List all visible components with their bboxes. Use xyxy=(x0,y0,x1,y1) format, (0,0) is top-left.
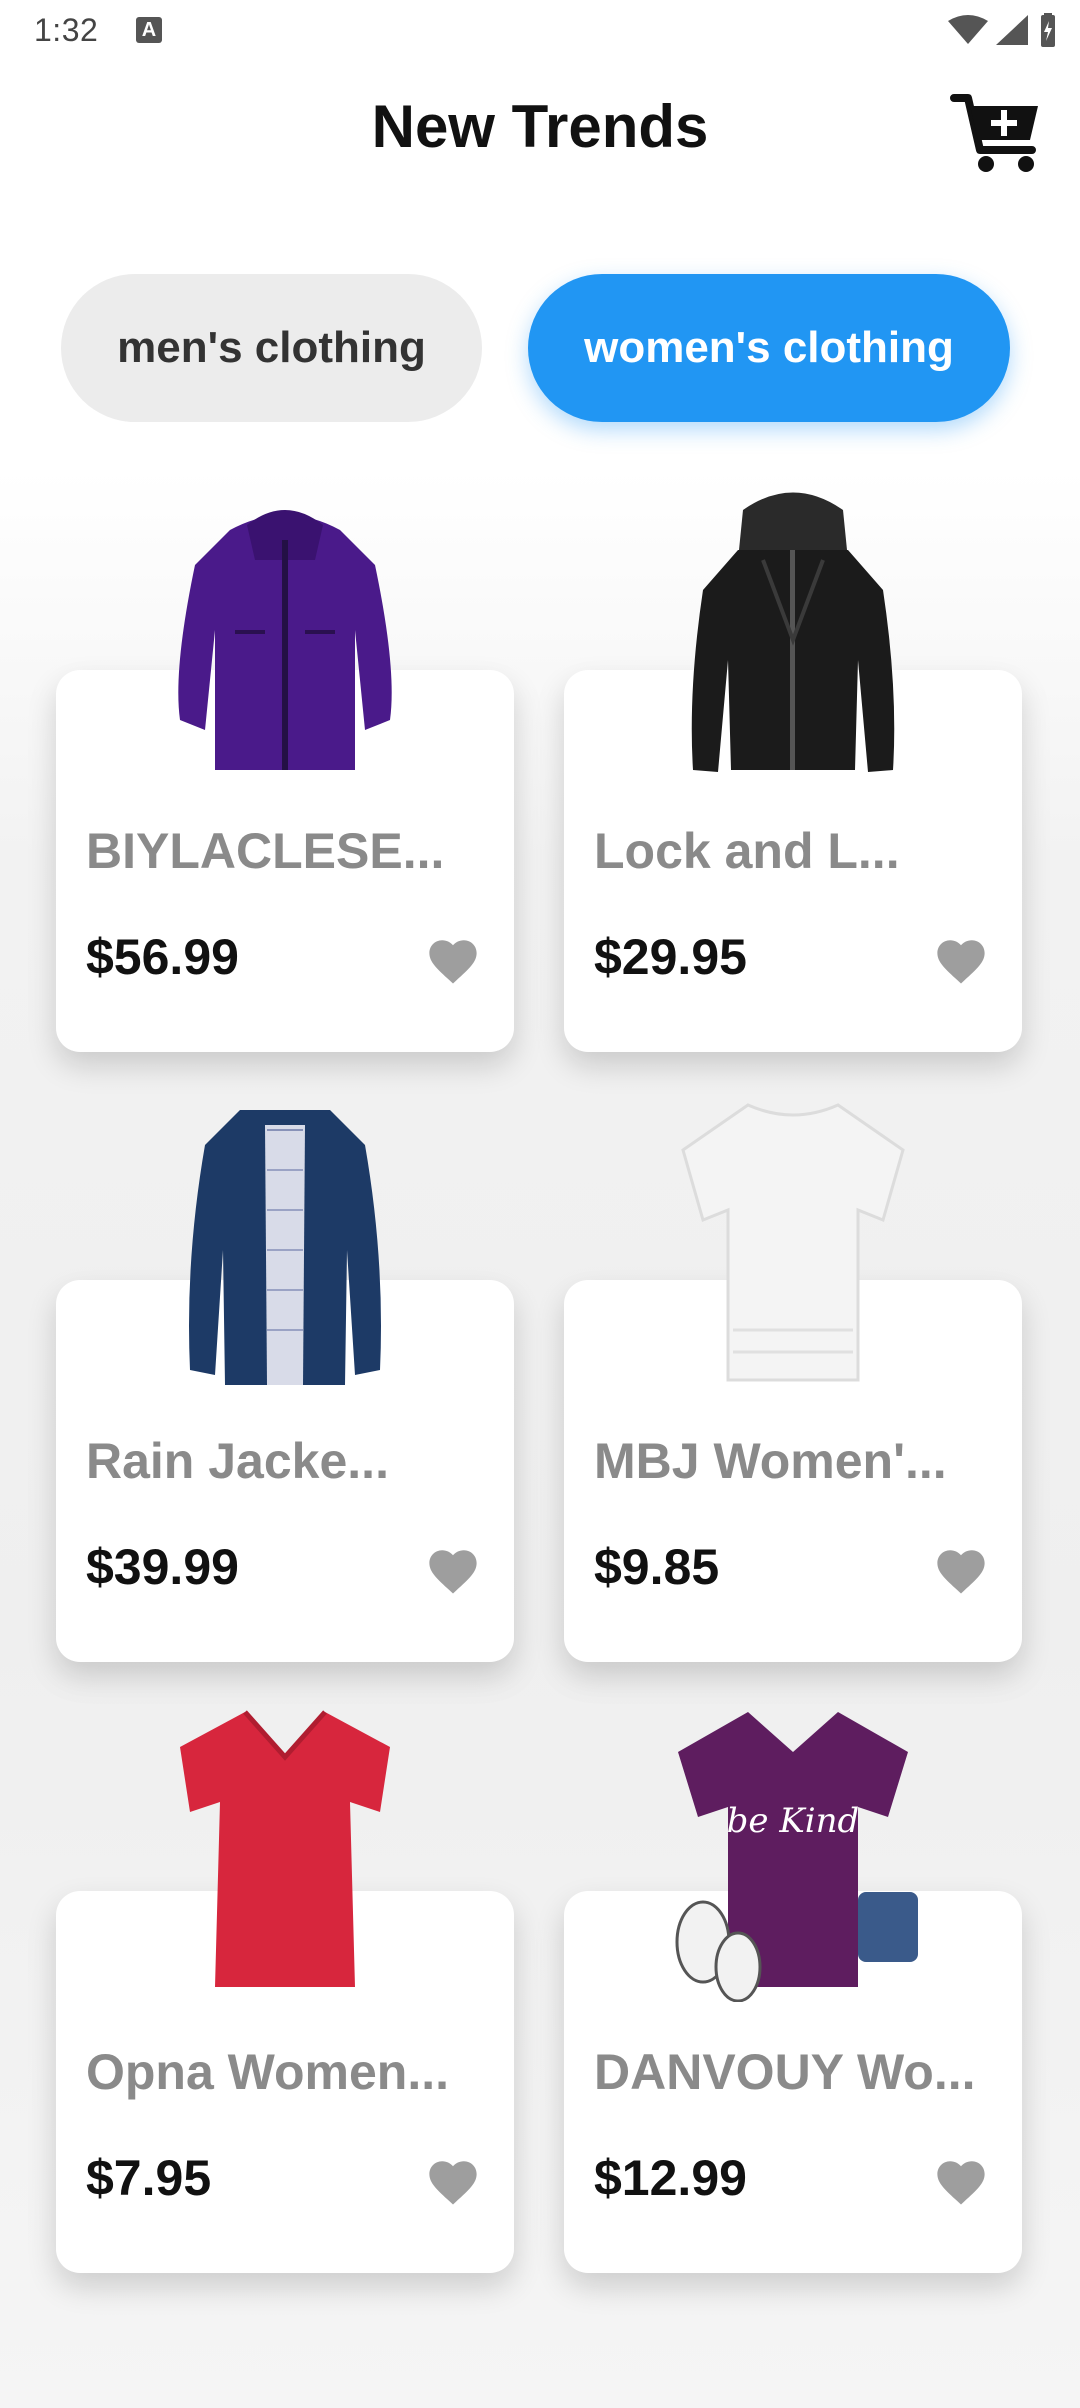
battery-icon xyxy=(1041,13,1055,47)
product-image-red-tshirt xyxy=(180,1710,390,1987)
product-image-black-leather-jacket xyxy=(691,492,895,772)
notification-a-icon: A xyxy=(136,17,162,43)
status-time: 1:32 xyxy=(34,12,99,48)
product-image-white-tshirt xyxy=(681,1103,905,1382)
product-image-navy-rain-jacket xyxy=(189,1110,381,1385)
favorite-heart-icon[interactable] xyxy=(934,936,988,986)
cart-add-icon xyxy=(950,94,1038,172)
product-price: $9.85 xyxy=(594,1539,720,1595)
favorite-heart-icon[interactable] xyxy=(934,2157,988,2207)
product-price: $39.99 xyxy=(86,1539,239,1595)
product-name: Lock and L... xyxy=(594,823,900,879)
product-name: DANVOUY Wo... xyxy=(594,2044,976,2100)
tab-mens-clothing[interactable]: men's clothing xyxy=(61,274,482,422)
favorite-heart-icon[interactable] xyxy=(426,936,480,986)
status-bar: 1:32 A xyxy=(0,0,1080,60)
status-icons xyxy=(948,12,1058,48)
signal-icon xyxy=(996,15,1028,45)
product-grid: BIYLACLESE... $56.99 Lock and L... $29.9… xyxy=(0,470,1080,2408)
favorite-heart-icon[interactable] xyxy=(934,1546,988,1596)
product-name: Rain Jacke... xyxy=(86,1433,389,1489)
page-title: New Trends xyxy=(371,93,709,160)
cart-button[interactable] xyxy=(946,84,1046,184)
product-price: $29.95 xyxy=(594,929,747,985)
wifi-icon xyxy=(948,15,988,44)
product-name: MBJ Women'... xyxy=(594,1433,947,1489)
shirt-print-text: be Kind xyxy=(727,1801,860,1841)
product-name: BIYLACLESE... xyxy=(86,823,445,879)
favorite-heart-icon[interactable] xyxy=(426,2157,480,2207)
screen: 1:32 A New Trends men's clothing women's… xyxy=(0,0,1080,2408)
product-price: $56.99 xyxy=(86,929,239,985)
favorite-heart-icon[interactable] xyxy=(426,1546,480,1596)
product-price: $7.95 xyxy=(86,2150,212,2206)
product-price: $12.99 xyxy=(594,2150,747,2206)
product-name: Opna Women... xyxy=(86,2044,449,2100)
product-image-purple-jacket xyxy=(178,510,392,770)
tab-womens-clothing[interactable]: women's clothing xyxy=(528,274,1010,422)
product-image-purple-be-kind-tshirt: be Kind xyxy=(675,1712,918,2002)
